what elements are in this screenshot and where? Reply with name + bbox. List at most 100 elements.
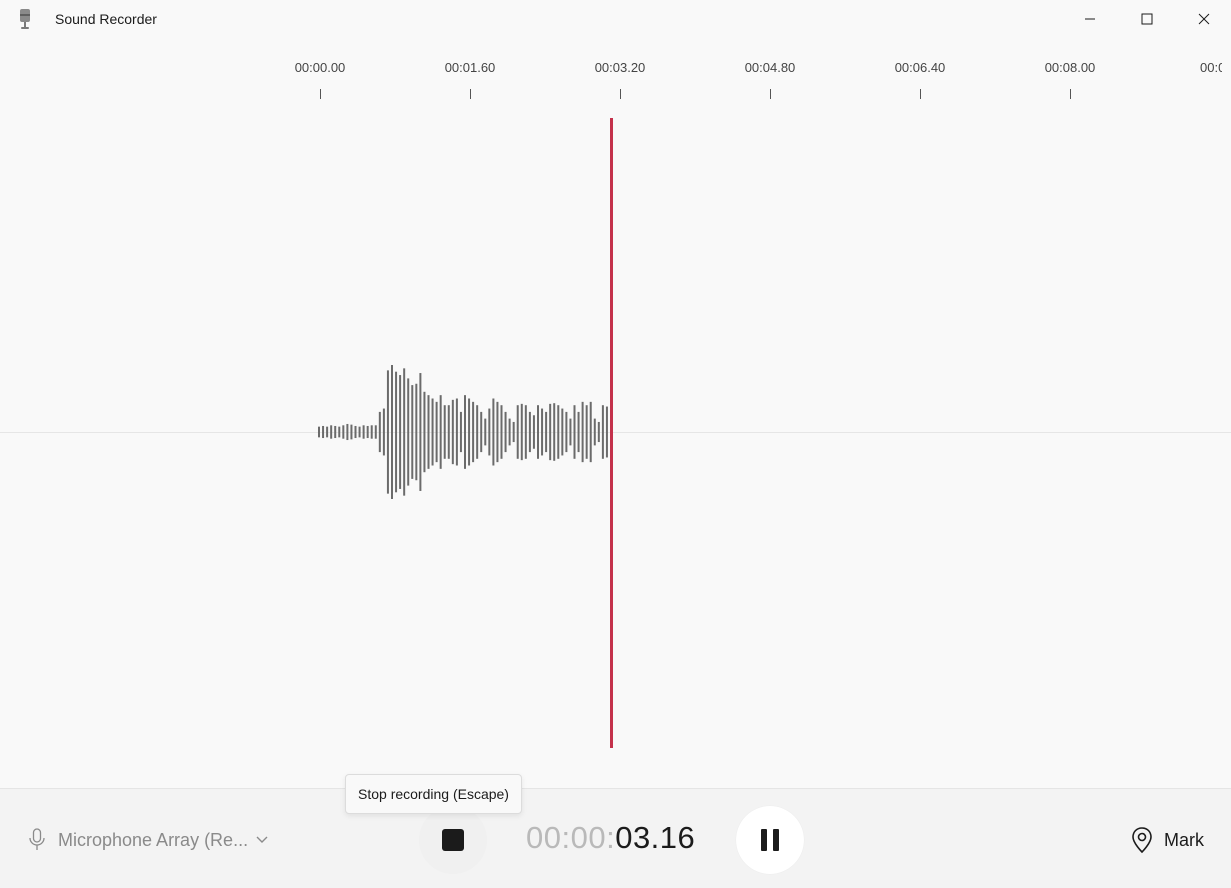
waveform-bar (334, 425, 337, 439)
waveform-bar (492, 398, 495, 466)
chevron-down-icon (256, 836, 268, 843)
title-bar: Sound Recorder (0, 0, 1231, 38)
waveform-bar (439, 395, 442, 469)
waveform-bar (528, 411, 531, 453)
waveform-bar (346, 423, 349, 441)
timeline-tick: 00:08.00 (1010, 60, 1130, 99)
waveform-bar (496, 401, 499, 463)
waveform-bar (512, 421, 515, 443)
tick-label: 00:00.00 (294, 60, 346, 75)
waveform-bar (451, 399, 454, 465)
waveform-bar (537, 405, 539, 459)
tick-mark (469, 89, 471, 99)
waveform-bar (508, 418, 511, 446)
tick-label: 00:06.40 (894, 60, 946, 75)
waveform-bar (391, 365, 393, 499)
waveform-bar (504, 411, 507, 453)
tick-label: 00:09. (1200, 60, 1222, 75)
timeline-tick: 00:06.40 (860, 60, 980, 99)
waveform-bar (565, 411, 568, 453)
microphone-icon (29, 828, 45, 850)
waveform-bar (605, 406, 608, 458)
playhead[interactable] (610, 118, 613, 748)
waveform-bar (318, 426, 320, 438)
waveform-bar (419, 373, 422, 491)
waveform-bar (553, 403, 556, 461)
timeline-tick: 00:03.20 (560, 60, 680, 99)
pause-recording-button[interactable] (736, 806, 804, 874)
waveform-bar (593, 418, 596, 446)
stop-recording-tooltip: Stop recording (Escape) (345, 774, 522, 814)
waveform-bar (423, 391, 426, 473)
stop-icon (442, 829, 464, 851)
window-title: Sound Recorder (55, 11, 157, 27)
waveform-bar (569, 418, 572, 446)
close-icon (1198, 13, 1209, 25)
waveform-bar (524, 405, 527, 459)
waveform-bar (407, 378, 410, 486)
waveform-bar (326, 426, 329, 438)
waveform-bar (350, 424, 353, 440)
recording-timer: 00:00:03.16 (526, 820, 695, 856)
tick-mark (1069, 89, 1071, 99)
tick-label: 00:04.80 (744, 60, 796, 75)
waveform-bar (476, 405, 479, 459)
waveform-bar (342, 425, 345, 439)
waveform-bar (516, 405, 519, 459)
stop-recording-button[interactable] (419, 806, 487, 874)
waveform-bar (427, 395, 430, 469)
waveform-bar (480, 411, 483, 453)
pause-icon (761, 829, 767, 851)
waveform-bar (415, 383, 418, 481)
waveform-bar (374, 425, 377, 439)
waveform-bar (545, 411, 548, 453)
timeline-tick: 00:04.80 (710, 60, 830, 99)
waveform-bar (443, 405, 446, 459)
waveform-area[interactable] (0, 110, 1231, 755)
waveform-bar (500, 405, 503, 459)
waveform-bar (532, 415, 535, 449)
waveform-bar (362, 425, 365, 439)
waveform-bar (435, 401, 438, 463)
tick-mark (619, 89, 621, 99)
timeline-tick: 00:00.00 (260, 60, 380, 99)
control-bar: Microphone Array (Re... 00:00:03.16 Mark (0, 788, 1231, 888)
waveform-bar (585, 405, 588, 459)
waveform (318, 365, 608, 499)
tick-mark (919, 89, 921, 99)
waveform-bar (573, 405, 576, 459)
timeline-ruler[interactable]: 00:00.00 00:01.60 00:03.20 00:04.80 00:0… (0, 60, 1231, 105)
waveform-bar (395, 371, 398, 493)
waveform-bar (382, 408, 385, 456)
tick-mark (769, 89, 771, 99)
waveform-bar (386, 370, 389, 494)
maximize-button[interactable] (1118, 0, 1175, 38)
tick-mark (319, 89, 321, 99)
waveform-bar (431, 398, 434, 466)
tick-label: 00:01.60 (444, 60, 496, 75)
waveform-bar (378, 411, 381, 453)
waveform-bar (338, 426, 341, 438)
waveform-bar (549, 403, 552, 461)
waveform-bar (601, 405, 604, 459)
microphone-label: Microphone Array (Re... (58, 829, 249, 850)
waveform-bar (330, 425, 333, 439)
timer-elapsed-dim: 00:00: (526, 820, 616, 855)
tick-label: 00:08.00 (1044, 60, 1096, 75)
close-button[interactable] (1175, 0, 1231, 38)
microphone-select[interactable]: Microphone Array (Re... (28, 827, 268, 853)
pause-icon (773, 829, 779, 851)
waveform-bar (472, 401, 475, 463)
waveform-bar (561, 408, 564, 456)
mark-button[interactable]: Mark (1130, 825, 1204, 855)
waveform-bar (464, 395, 466, 469)
location-pin-icon (1132, 827, 1152, 854)
waveform-bar (577, 411, 580, 453)
timeline-tick: 00:09. (1200, 60, 1222, 76)
timer-elapsed-value: 03.16 (615, 820, 696, 855)
waveform-bar (358, 426, 361, 438)
microphone-app-icon (17, 8, 33, 30)
tick-label: 00:03.20 (594, 60, 646, 75)
maximize-icon (1141, 13, 1152, 25)
minimize-button[interactable] (1061, 0, 1118, 38)
